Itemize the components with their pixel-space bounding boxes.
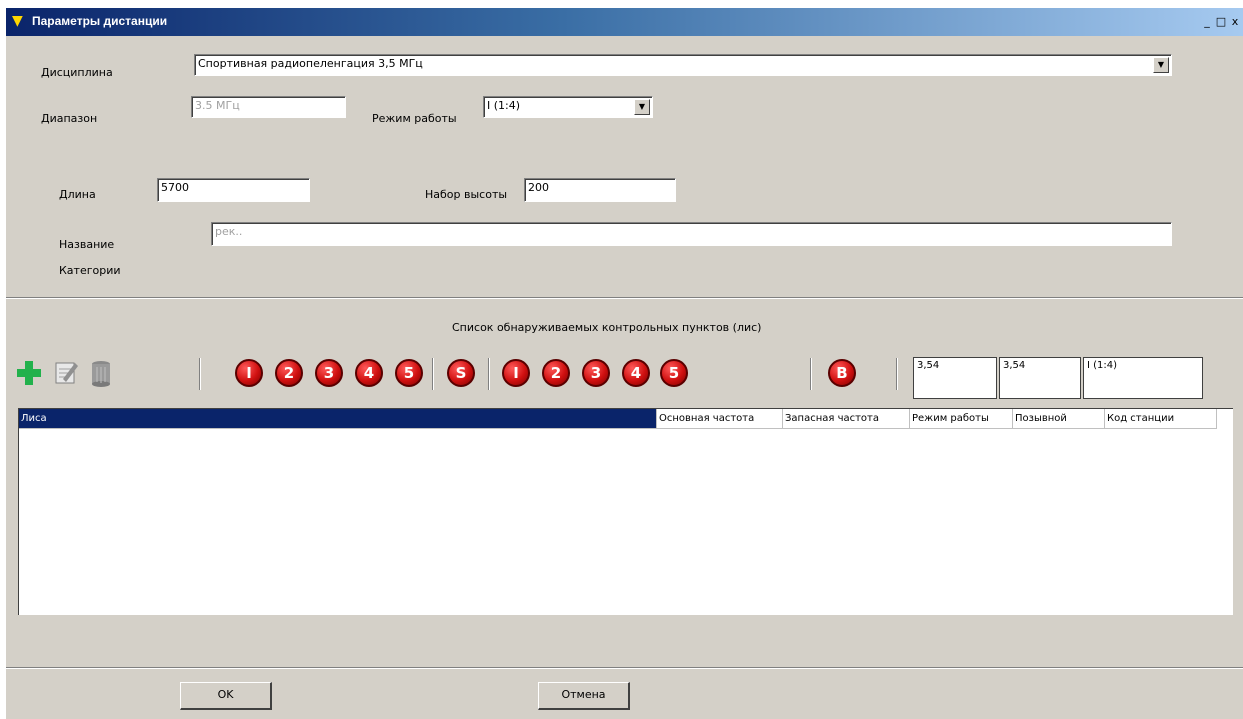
category-label-line2: Категории xyxy=(59,264,121,277)
ok-button[interactable]: OK xyxy=(180,682,272,710)
column-header-fox[interactable]: Лиса xyxy=(19,409,657,429)
frequency-main-box[interactable]: 3,54 xyxy=(913,357,997,399)
toolbar-separator xyxy=(432,358,434,390)
discipline-value: Спортивная радиопеленгация 3,5 МГц xyxy=(198,57,423,70)
edit-icon[interactable] xyxy=(51,355,81,389)
mode-box[interactable]: I (1:4) xyxy=(1083,357,1203,399)
window-title: Параметры дистанции xyxy=(32,14,168,28)
fox-table[interactable]: Лиса Основная частота Запасная частота Р… xyxy=(18,408,1233,615)
divider xyxy=(6,667,1243,669)
mode-label: Режим работы xyxy=(372,112,457,125)
station-2-4-button[interactable]: 4 xyxy=(622,359,650,387)
divider xyxy=(6,297,1243,299)
station-1-button[interactable]: I xyxy=(235,359,263,387)
column-header-station-code[interactable]: Код станции xyxy=(1105,409,1217,429)
category-placeholder: рек.. xyxy=(215,225,243,238)
minimize-button[interactable]: _ xyxy=(1201,15,1213,29)
maximize-button[interactable]: □ xyxy=(1215,15,1227,29)
length-input[interactable]: 5700 xyxy=(157,178,310,202)
column-header-mode[interactable]: Режим работы xyxy=(910,409,1013,429)
mode-value: I (1:4) xyxy=(487,99,521,112)
station-2-2-button[interactable]: 2 xyxy=(542,359,570,387)
frequency-spare-box[interactable]: 3,54 xyxy=(999,357,1081,399)
mode-select[interactable]: I (1:4) ▼ xyxy=(483,96,653,118)
station-b-button[interactable]: B xyxy=(828,359,856,387)
range-value: 3.5 МГц xyxy=(195,99,240,112)
range-label: Диапазон xyxy=(41,112,98,125)
station-s-button[interactable]: S xyxy=(447,359,475,387)
station-2-button[interactable]: 2 xyxy=(275,359,303,387)
list-title: Список обнаруживаемых контрольных пункто… xyxy=(452,321,762,334)
climb-label: Набор высоты xyxy=(425,188,508,201)
length-value: 5700 xyxy=(161,181,189,194)
cancel-button[interactable]: Отмена xyxy=(538,682,630,710)
climb-value: 200 xyxy=(528,181,549,194)
station-4-button[interactable]: 4 xyxy=(355,359,383,387)
close-button[interactable]: x xyxy=(1229,15,1241,29)
column-header-main-frequency[interactable]: Основная частота xyxy=(657,409,783,429)
toolbar-separator xyxy=(810,358,812,390)
station-3-button[interactable]: 3 xyxy=(315,359,343,387)
dialog-window: ▼ Параметры дистанции _ □ x Дисциплина С… xyxy=(6,8,1243,719)
range-field: 3.5 МГц xyxy=(191,96,346,118)
toolbar-separator xyxy=(896,358,898,390)
column-header-callsign[interactable]: Позывной xyxy=(1013,409,1105,429)
station-2-5-button[interactable]: 5 xyxy=(660,359,688,387)
toolbar-separator xyxy=(488,358,490,390)
climb-input[interactable]: 200 xyxy=(524,178,676,202)
station-5-button[interactable]: 5 xyxy=(395,359,423,387)
chevron-down-icon[interactable]: ▼ xyxy=(634,99,650,115)
discipline-label: Дисциплина xyxy=(41,66,113,79)
toolbar-separator xyxy=(199,358,201,390)
station-2-3-button[interactable]: 3 xyxy=(582,359,610,387)
add-icon[interactable] xyxy=(14,355,44,389)
station-2-1-button[interactable]: I xyxy=(502,359,530,387)
discipline-select[interactable]: Спортивная радиопеленгация 3,5 МГц ▼ xyxy=(194,54,1172,76)
category-label-line1: Название xyxy=(59,238,115,251)
column-header-spare-frequency[interactable]: Запасная частота xyxy=(783,409,910,429)
trophy-icon: ▼ xyxy=(12,13,23,29)
delete-icon[interactable] xyxy=(86,355,116,389)
title-bar[interactable]: ▼ Параметры дистанции _ □ x xyxy=(6,8,1243,36)
length-label: Длина xyxy=(59,188,96,201)
chevron-down-icon[interactable]: ▼ xyxy=(1153,57,1169,73)
category-name-input[interactable]: рек.. xyxy=(211,222,1172,246)
